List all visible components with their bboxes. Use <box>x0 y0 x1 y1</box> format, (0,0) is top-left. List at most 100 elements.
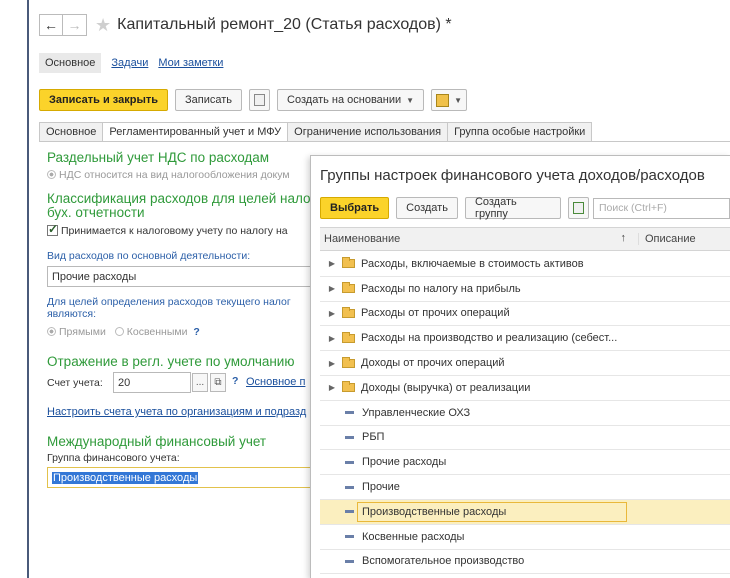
expand-icon[interactable]: ▶ <box>326 334 338 343</box>
radio-indirect[interactable]: Косвенными <box>114 326 187 338</box>
command-bar: Записать и закрыть Записать Создать на о… <box>39 89 474 111</box>
folder-icon <box>342 331 355 343</box>
list-item[interactable]: Вспомогательное производство <box>320 550 730 575</box>
folder-row[interactable]: ▶ Доходы от прочих операций <box>320 351 730 376</box>
folder-icon <box>342 381 355 393</box>
save-and-close-button[interactable]: Записать и закрыть <box>39 89 169 111</box>
list-item[interactable]: Косвенные расходы <box>320 525 730 550</box>
account-select-button[interactable]: ... <box>192 373 208 392</box>
item-label: Вспомогательное производство <box>362 555 525 568</box>
tab-divider <box>39 141 730 142</box>
expand-icon[interactable]: ▶ <box>326 284 338 293</box>
search-input[interactable]: Поиск (Ctrl+F) <box>592 197 730 219</box>
select-button[interactable]: Выбрать <box>320 197 390 219</box>
list-item[interactable]: Прочие расходы <box>320 450 730 476</box>
account-field[interactable]: 20 <box>113 372 191 393</box>
popup-toolbar: Выбрать Создать Создать группу Поиск (Ct… <box>320 196 730 220</box>
expense-kind-field[interactable]: Прочие расходы <box>47 266 317 287</box>
folder-row[interactable]: ▶ Доходы (выручка) от реализации <box>320 376 730 401</box>
radio-icon <box>114 327 124 336</box>
classification-title-line1: Классификация расходов для целей нало <box>47 191 311 206</box>
radio-direct[interactable]: Прямыми <box>47 326 106 338</box>
element-icon <box>345 535 354 539</box>
folder-row[interactable]: ▶ Расходы на производство и реализацию (с… <box>320 326 730 352</box>
refresh-button[interactable] <box>567 197 589 219</box>
element-icon <box>345 485 354 489</box>
sort-arrow-icon: ↑ <box>620 232 627 244</box>
account-main-link[interactable]: Основное п <box>246 376 305 388</box>
element-icon <box>345 510 354 514</box>
nav-panel: Основное Задачи Мои заметки <box>39 52 223 74</box>
vat-option[interactable]: НДС относится на вид налогообложения док… <box>47 169 290 181</box>
item-label: Производственные расходы <box>357 501 627 522</box>
column-header-name[interactable]: Наименование ↑ <box>320 232 638 245</box>
title-bar: ← → ★ Капитальный ремонт_20 (Статья расх… <box>39 12 452 38</box>
list-item-selected[interactable]: Производственные расходы <box>320 499 730 525</box>
classification-section-title: Классификация расходов для целей нало бух… <box>47 192 311 220</box>
element-icon <box>345 435 354 439</box>
create-group-button[interactable]: Создать группу <box>464 196 561 220</box>
nav-link-tasks[interactable]: Задачи <box>111 57 148 69</box>
folder-row[interactable]: ▶ Расходы от прочих операций <box>320 302 730 327</box>
save-button[interactable]: Записать <box>175 89 243 111</box>
tab-regulated-accounting[interactable]: Регламентированный учет и МФУ <box>102 122 289 142</box>
current-costs-label: Для целей определения расходов текущего … <box>47 296 291 320</box>
back-button[interactable]: ← <box>39 14 63 36</box>
configure-accounts-link[interactable]: Настроить счета учета по организациям и … <box>47 406 306 418</box>
tax-checkbox[interactable]: Принимается к налоговому учету по налогу… <box>47 222 288 237</box>
expand-icon[interactable]: ▶ <box>326 309 338 318</box>
print-button[interactable] <box>249 89 271 111</box>
folder-label: Доходы (выручка) от реализации <box>361 381 531 394</box>
create-based-on-label: Создать на основании <box>287 94 402 106</box>
tab-main[interactable]: Основное <box>39 122 104 142</box>
help-icon[interactable]: ? <box>193 326 199 338</box>
item-label: Косвенные расходы <box>362 530 465 543</box>
reports-button[interactable]: ▼ <box>431 89 468 111</box>
account-label: Счет учета: <box>47 377 103 389</box>
list-item[interactable]: Прочие <box>320 475 730 500</box>
radio-icon <box>47 327 56 336</box>
vat-option-label: НДС относится на вид налогообложения док… <box>59 169 290 181</box>
list-item[interactable]: Управленческие ОХЗ <box>320 401 730 426</box>
column-header-description[interactable]: Описание <box>638 233 696 245</box>
tax-checkbox-label: Принимается к налоговому учету по налогу… <box>61 225 288 237</box>
tab-usage-restriction[interactable]: Ограничение использования <box>287 122 449 142</box>
open-icon[interactable]: ⧉ <box>210 373 226 392</box>
create-based-on-button[interactable]: Создать на основании ▼ <box>277 89 425 111</box>
current-costs-label-line2: являются: <box>47 308 97 320</box>
folder-icon <box>342 356 355 368</box>
item-label: Прочие расходы <box>362 456 447 469</box>
ifrs-group-field[interactable]: Производственные расходы <box>47 467 317 488</box>
expand-icon[interactable]: ▶ <box>326 259 338 268</box>
radio-icon <box>47 170 56 179</box>
folder-icon <box>342 257 355 269</box>
nav-item-main[interactable]: Основное <box>39 53 102 73</box>
element-icon <box>345 559 354 563</box>
element-icon <box>345 411 354 415</box>
chevron-down-icon: ▼ <box>406 95 415 105</box>
expand-icon[interactable]: ▶ <box>326 383 338 392</box>
expand-icon[interactable]: ▶ <box>326 359 338 368</box>
account-help-icon[interactable]: ? <box>232 375 238 387</box>
chevron-down-icon: ▼ <box>454 95 463 105</box>
favorite-star-icon[interactable]: ★ <box>95 15 111 36</box>
forward-button[interactable]: → <box>63 14 87 36</box>
create-button[interactable]: Создать <box>396 197 458 219</box>
window-title: Капитальный ремонт_20 (Статья расходов) … <box>117 16 452 33</box>
ifrs-group-label: Группа финансового учета: <box>47 452 180 464</box>
radio-direct-label: Прямыми <box>59 326 106 338</box>
groups-list: ▶ Расходы, включаемые в стоимость активов… <box>320 252 730 575</box>
expense-kind-label: Вид расходов по основной деятельности: <box>47 250 251 262</box>
nav-link-notes[interactable]: Мои заметки <box>158 57 223 69</box>
refresh-icon <box>572 202 584 214</box>
folder-row[interactable]: ▶ Расходы, включаемые в стоимость активов <box>320 252 730 277</box>
folder-label: Расходы, включаемые в стоимость активов <box>361 257 584 270</box>
folder-row[interactable]: ▶ Расходы по налогу на прибыль <box>320 277 730 302</box>
report-icon <box>436 93 450 107</box>
folder-label: Доходы от прочих операций <box>361 357 505 370</box>
reflection-section-title: Отражение в регл. учете по умолчанию <box>47 354 295 369</box>
folder-label: Расходы по налогу на прибыль <box>361 282 521 295</box>
vat-section-title: Раздельный учет НДС по расходам <box>47 150 270 165</box>
tab-special-settings-group[interactable]: Группа особые настройки <box>447 122 593 142</box>
list-item[interactable]: РБП <box>320 426 730 451</box>
